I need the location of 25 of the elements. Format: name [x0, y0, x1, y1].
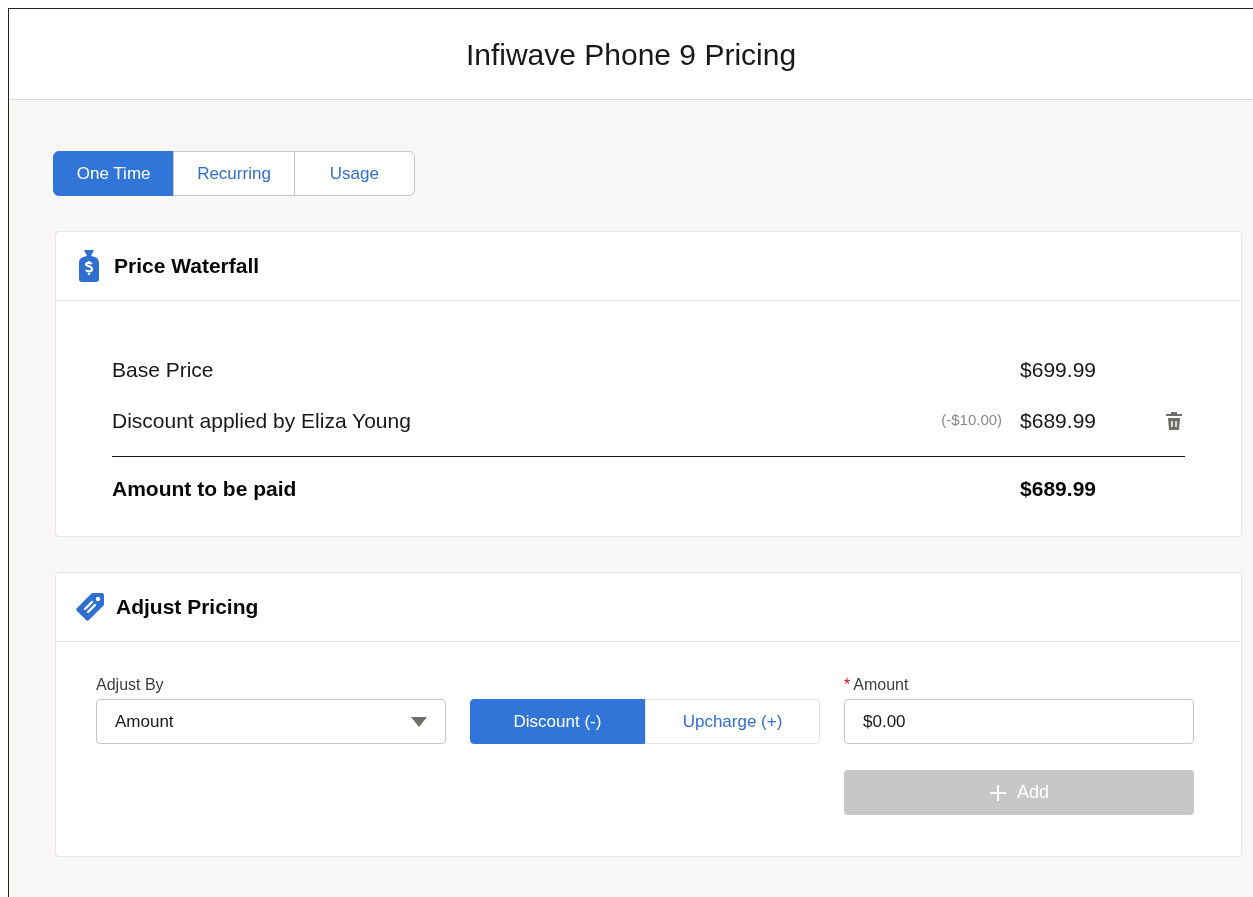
required-mark: * — [844, 675, 851, 695]
tab[interactable]: One Time — [53, 151, 175, 196]
toggle-option[interactable]: Discount (-) — [470, 699, 645, 744]
caret-icon — [411, 716, 427, 727]
tab[interactable]: Usage — [293, 151, 415, 196]
card-title: Adjust Pricing — [116, 594, 259, 621]
tab[interactable]: Recurring — [173, 151, 295, 196]
window-title: Infiwave Phone 9 Pricing — [465, 36, 797, 73]
price-label: Discount applied by Eliza Young — [112, 407, 412, 434]
price-value: $699.99 — [1020, 356, 1096, 383]
adjustment-amount: (-$10.00) — [941, 410, 1003, 431]
adjust-by-select[interactable]: Amount — [96, 699, 446, 744]
price-tag-icon — [74, 591, 106, 623]
price-value: $689.99 — [1020, 407, 1096, 434]
total-label: Amount to be paid — [112, 475, 298, 502]
plus-icon — [989, 783, 1007, 802]
delete-icon[interactable] — [1165, 410, 1183, 431]
toggle-option[interactable]: Upcharge (+) — [645, 699, 820, 744]
total-value: $689.99 — [1020, 475, 1096, 502]
card-title: Price Waterfall — [114, 253, 260, 280]
price-label: Base Price — [112, 356, 215, 383]
money-bag-icon — [76, 249, 102, 283]
amount-field[interactable]: $0.00 — [844, 699, 1194, 744]
field-label: Adjust By — [96, 675, 165, 695]
field-label: Amount — [853, 675, 909, 695]
